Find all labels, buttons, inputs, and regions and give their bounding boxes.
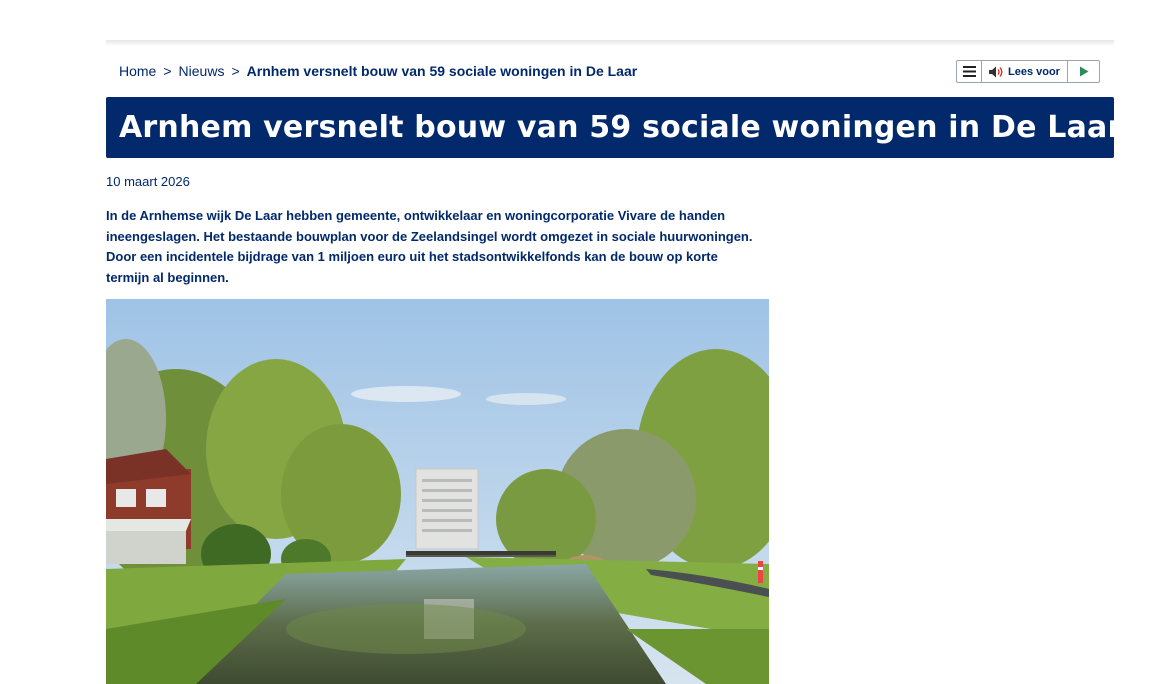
page-title-banner: Arnhem versnelt bouw van 59 sociale woni… — [106, 97, 1122, 158]
readspeaker-widget: Lees voor — [956, 60, 1100, 83]
readspeaker-play-button[interactable] — [1067, 61, 1099, 82]
breadcrumb-home-link[interactable]: Home — [119, 63, 156, 79]
breadcrumb-current: Arnhem versnelt bouw van 59 sociale woni… — [246, 63, 638, 79]
speaker-icon — [989, 66, 1004, 78]
readspeaker-menu-button[interactable] — [957, 61, 982, 82]
article-date: 10 maart 2026 — [106, 174, 190, 189]
play-icon — [1079, 66, 1088, 77]
header-divider — [106, 40, 1114, 46]
readspeaker-listen-button[interactable]: Lees voor — [982, 61, 1067, 82]
breadcrumb-news-link[interactable]: Nieuws — [179, 63, 225, 79]
breadcrumb-separator: > — [163, 63, 172, 79]
breadcrumb-separator: > — [231, 63, 240, 79]
menu-icon — [962, 66, 976, 77]
article-intro: In de Arnhemse wijk De Laar hebben gemee… — [106, 208, 753, 285]
page-title: Arnhem versnelt bouw van 59 sociale woni… — [119, 110, 1123, 145]
breadcrumb: Home > Nieuws > Arnhem versnelt bouw van… — [119, 63, 637, 79]
article-photo — [106, 299, 769, 684]
readspeaker-listen-label: Lees voor — [1008, 65, 1060, 78]
